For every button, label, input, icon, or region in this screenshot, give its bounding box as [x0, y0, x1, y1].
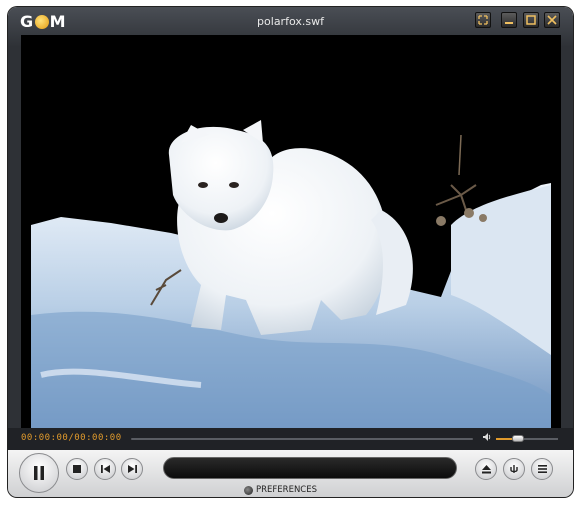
menu-icon	[537, 465, 547, 473]
seek-bar-panel: 00:00:00/00:00:00	[8, 428, 573, 450]
menu-button[interactable]	[531, 458, 553, 480]
equalizer-button[interactable]	[503, 458, 525, 480]
preferences-label: PREFERENCES	[256, 485, 317, 495]
volume-handle[interactable]	[511, 435, 524, 442]
stop-icon	[73, 465, 81, 473]
next-button[interactable]	[121, 458, 143, 480]
pause-icon	[34, 466, 44, 480]
maximize-icon	[526, 15, 536, 25]
preferences-icon	[244, 485, 253, 495]
close-button[interactable]	[544, 12, 560, 28]
previous-icon	[100, 465, 110, 473]
eject-icon	[481, 464, 491, 473]
close-icon	[547, 15, 557, 25]
eject-button[interactable]	[475, 458, 497, 480]
video-frame-polar-fox	[21, 35, 561, 428]
preferences-button[interactable]: PREFERENCES	[244, 485, 317, 495]
next-icon	[127, 465, 137, 473]
fullscreen-button[interactable]	[475, 12, 491, 28]
play-pause-button[interactable]	[19, 453, 59, 493]
stop-button[interactable]	[66, 458, 88, 480]
title-bar[interactable]: GM polarfox.swf	[8, 7, 573, 37]
gom-player-window: GM polarfox.swf 00:00:00/00:00:00 PREFER…	[8, 7, 573, 497]
time-display: 00:00:00/00:00:00	[21, 433, 122, 443]
equalizer-icon	[510, 465, 518, 473]
video-area[interactable]	[21, 35, 561, 428]
minimize-button[interactable]	[501, 12, 517, 28]
maximize-button[interactable]	[523, 12, 539, 28]
fullscreen-icon	[478, 15, 488, 25]
info-display[interactable]	[163, 457, 457, 479]
seek-slider[interactable]	[131, 438, 473, 440]
minimize-icon	[505, 22, 513, 24]
previous-button[interactable]	[94, 458, 116, 480]
control-bar: PREFERENCES	[8, 450, 573, 497]
speaker-icon[interactable]	[482, 432, 492, 445]
volume-slider[interactable]	[496, 435, 558, 442]
volume-fill	[496, 438, 512, 440]
